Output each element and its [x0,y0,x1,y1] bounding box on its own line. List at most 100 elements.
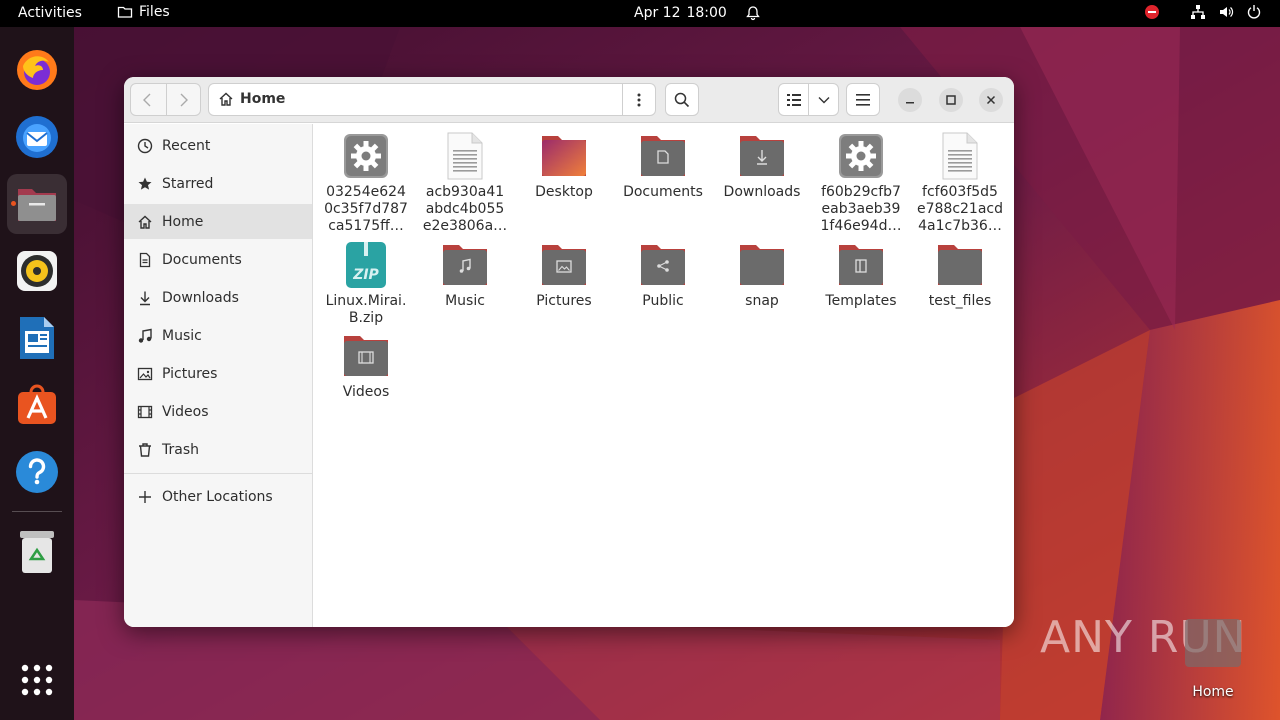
network-icon [1191,5,1205,19]
svg-text:ZIP: ZIP [352,267,379,283]
sidebar-item-starred[interactable]: Starred [124,166,312,201]
desktop-folder-icon [542,136,586,176]
app-menu[interactable]: Files [117,4,170,20]
file-icon-wrapper [837,241,885,289]
file-icon-wrapper [738,132,786,180]
minimize-icon [906,102,914,104]
sidebar-separator [124,473,312,474]
file-item[interactable]: Pictures [515,241,613,310]
folder-icon [344,336,388,376]
close-button[interactable] [979,88,1003,112]
file-item[interactable]: fcf603f5d5 e788c21acd 4a1c7b36… [911,132,1009,235]
folder-icon [542,245,586,285]
file-item[interactable]: test_files [911,241,1009,310]
sidebar-item-videos[interactable]: Videos [124,394,312,429]
file-name: Desktop [515,184,613,201]
show-apps-button[interactable] [7,650,67,710]
clock[interactable]: Apr 12 18:00 [634,5,761,21]
file-name-line: fcf603f5d5 [922,184,998,200]
file-item[interactable]: Videos [317,332,415,401]
clock-date: Apr 12 [634,5,681,21]
sidebar-item-trash[interactable]: Trash [124,432,312,467]
app-center-icon [18,384,56,424]
file-name: test_files [911,293,1009,310]
close-icon [986,95,996,105]
list-view-button[interactable] [779,84,808,115]
file-item[interactable]: Music [416,241,514,310]
file-item[interactable]: acb930a41 abdc4b055 e2e3806a… [416,132,514,235]
download-icon [140,291,150,305]
trash-icon [139,442,151,457]
folder-icon [641,136,685,176]
file-item[interactable]: f60b29cfb7 eab3aeb39 1f46e94d… [812,132,910,235]
music-icon [138,328,152,343]
path-home-button[interactable]: Home [218,91,285,107]
file-item[interactable]: Public [614,241,712,310]
file-icon-wrapper: ZIP [342,241,390,289]
file-item[interactable]: 03254e624 0c35f7d787 ca5175ff… [317,132,415,235]
path-bar[interactable]: Home [208,83,656,116]
sidebar-item-music[interactable]: Music [124,318,312,353]
main-menu-button[interactable] [846,83,880,116]
file-icon-wrapper [540,241,588,289]
sidebar-item-other-locations[interactable]: Other Locations [124,479,312,514]
file-icon-wrapper [342,132,390,180]
maximize-button[interactable] [939,88,963,112]
file-name-line: Desktop [535,184,593,200]
system-tray[interactable] [1144,4,1262,20]
rhythmbox-launcher[interactable] [7,241,67,301]
star-icon [138,177,152,190]
folder-icon [839,245,883,285]
trash-launcher[interactable] [7,522,67,582]
file-name-line: Linux.Mirai. [325,293,407,309]
path-label: Home [240,91,286,107]
search-button[interactable] [665,83,699,116]
sidebar-item-recent[interactable]: Recent [124,128,312,163]
running-indicator [11,201,16,206]
sidebar-item-downloads[interactable]: Downloads [124,280,312,315]
maximize-icon [946,95,956,105]
minimize-button[interactable] [898,88,922,112]
desktop-home-icon[interactable]: Home [1184,619,1242,700]
help-launcher[interactable] [7,442,67,502]
file-name-line: eab3aeb39 [821,201,901,217]
libreoffice-writer-launcher[interactable] [7,308,67,368]
file-name: Public [614,293,712,310]
back-button[interactable] [131,84,166,115]
file-item[interactable]: Documents [614,132,712,201]
sidebar-item-label: Videos [162,403,209,420]
file-grid: 03254e624 0c35f7d787 ca5175ff… acb930a41 abd… [314,124,1014,627]
app-name: Files [139,4,170,20]
sidebar-item-label: Other Locations [162,488,273,505]
text-file-icon [942,132,978,180]
forward-button[interactable] [165,84,201,115]
activities-button[interactable]: Activities [18,5,82,21]
files-launcher[interactable] [7,174,67,234]
dock-separator [12,511,62,512]
path-menu-button[interactable] [622,84,655,115]
chevron-right-icon [180,93,189,106]
file-item[interactable]: Downloads [713,132,811,201]
sidebar-item-label: Documents [162,251,242,268]
file-name-line: 4a1c7b36… [918,218,1002,234]
home-icon [138,215,152,229]
thunderbird-launcher[interactable] [7,107,67,167]
app-center-launcher[interactable] [7,375,67,435]
file-item[interactable]: Desktop [515,132,613,201]
chevron-down-icon [818,96,830,103]
file-item[interactable]: Templates [812,241,910,310]
file-name: Pictures [515,293,613,310]
chevron-left-icon [143,93,151,106]
file-name-line: Videos [342,384,390,400]
firefox-launcher[interactable] [7,40,67,100]
file-item[interactable]: ZIP Linux.Mirai. B.zip [317,241,415,327]
rhythmbox-icon [17,251,57,291]
folder-icon [443,245,487,285]
sidebar-item-home[interactable]: Home [124,204,312,239]
sidebar-item-documents[interactable]: Documents [124,242,312,277]
file-icon-wrapper [441,132,489,180]
home-icon [219,92,233,106]
view-options-button[interactable] [808,84,838,115]
sidebar-item-pictures[interactable]: Pictures [124,356,312,391]
file-item[interactable]: snap [713,241,811,310]
